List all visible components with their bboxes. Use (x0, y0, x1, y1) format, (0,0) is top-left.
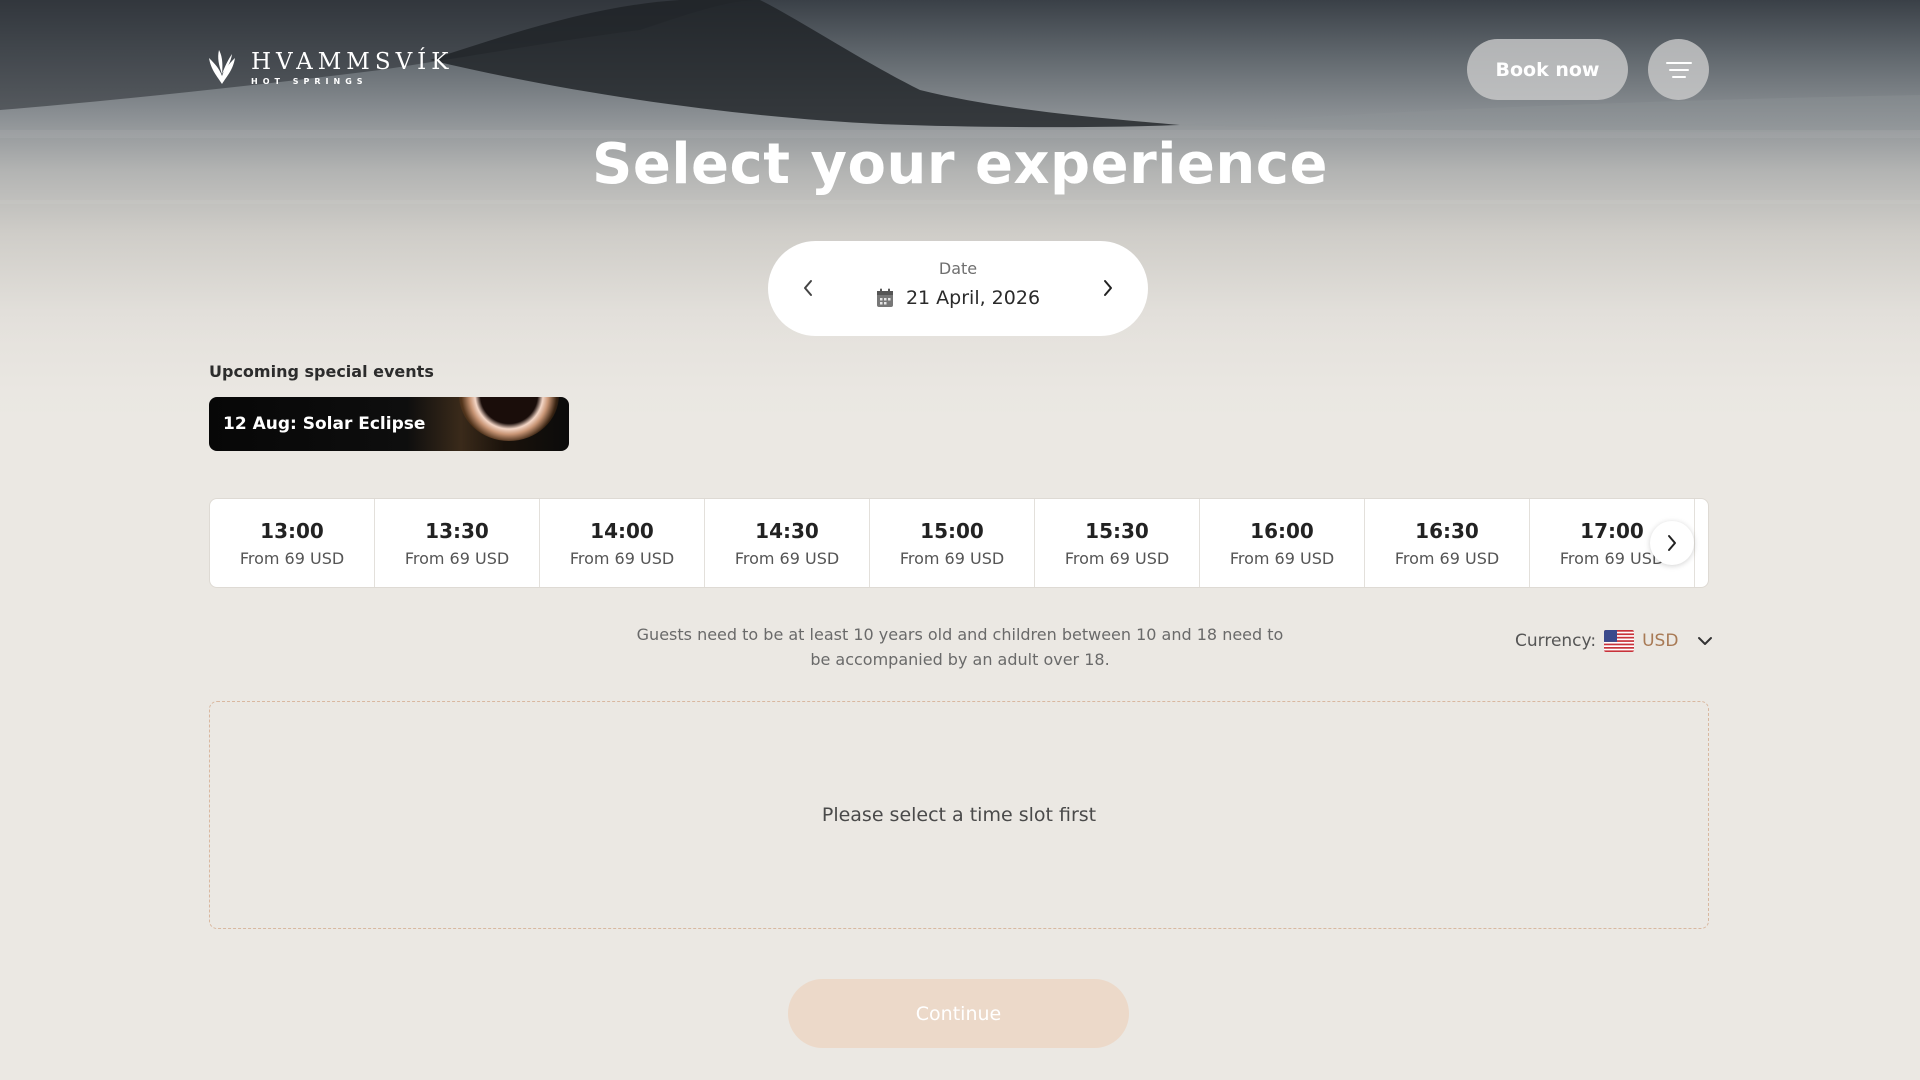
slot-price: From 69 USD (239, 548, 345, 568)
time-slot-list: 13:00 From 69 USD 13:30 From 69 USD 14:0… (209, 498, 1709, 588)
slot-price: From 69 USD (1064, 548, 1170, 568)
slot-time: 16:30 (1415, 518, 1479, 543)
time-slot[interactable]: 16:30 From 69 USD (1365, 499, 1530, 587)
eclipse-image (459, 397, 559, 441)
time-slot[interactable]: 15:30 From 69 USD (1035, 499, 1200, 587)
continue-button[interactable]: Continue (788, 979, 1129, 1048)
hamburger-menu-icon (1665, 61, 1692, 78)
slot-price: From 69 USD (734, 548, 840, 568)
date-picker[interactable]: Date 21 April, 2026 (768, 241, 1148, 336)
currency-selector[interactable]: Currency: USD (1515, 630, 1714, 652)
menu-button[interactable] (1648, 39, 1709, 100)
currency-label: Currency: (1515, 631, 1597, 651)
slot-time: 17:00 (1580, 518, 1644, 543)
date-label: Date (938, 259, 978, 278)
slot-time: 14:00 (590, 518, 654, 543)
experience-placeholder: Please select a time slot first (209, 701, 1709, 929)
slots-next-button[interactable] (1650, 521, 1694, 565)
slot-time: 15:30 (1085, 518, 1149, 543)
chevron-down-icon (1698, 637, 1713, 645)
event-label: 12 Aug: Solar Eclipse (223, 414, 426, 434)
age-notice: Guests need to be at least 10 years old … (636, 625, 1284, 669)
brand-name: HVAMMSVÍK (251, 48, 454, 75)
slot-price: From 69 USD (1229, 548, 1335, 568)
time-slot[interactable]: 14:30 From 69 USD (705, 499, 870, 587)
slot-time: 13:30 (425, 518, 489, 543)
time-slot[interactable]: 13:30 From 69 USD (375, 499, 540, 587)
slot-time: 15:00 (920, 518, 984, 543)
time-slot[interactable]: 15:00 From 69 USD (870, 499, 1035, 587)
selected-date: 21 April, 2026 (905, 287, 1041, 309)
calendar-icon (876, 288, 893, 307)
leaf-logo-icon (209, 50, 235, 84)
slot-price: From 69 USD (1559, 548, 1665, 568)
event-card-solar-eclipse[interactable]: 12 Aug: Solar Eclipse (209, 397, 569, 451)
time-slot[interactable]: 16:00 From 69 USD (1200, 499, 1365, 587)
time-slot[interactable]: 13:00 From 69 USD (210, 499, 375, 587)
slot-time: 13:00 (260, 518, 324, 543)
brand-logo[interactable]: HVAMMSVÍK HOT SPRINGS (207, 48, 453, 86)
events-heading: Upcoming special events (209, 362, 434, 381)
slot-price: From 69 USD (569, 548, 675, 568)
date-display[interactable]: 21 April, 2026 (768, 287, 1148, 309)
time-slot[interactable]: 14:00 From 69 USD (540, 499, 705, 587)
slot-price: From 69 USD (404, 548, 510, 568)
slot-time: 16:00 (1250, 518, 1314, 543)
book-now-button[interactable]: Book now (1467, 39, 1628, 100)
currency-value: USD (1642, 631, 1679, 651)
page-title: Select your experience (592, 132, 1328, 197)
chevron-right-icon (1668, 535, 1676, 551)
us-flag-icon (1604, 630, 1635, 652)
slot-price: From 69 USD (899, 548, 1005, 568)
slot-price: From 69 USD (1394, 548, 1500, 568)
next-date-button[interactable] (1093, 273, 1123, 303)
brand-subtitle: HOT SPRINGS (251, 76, 368, 86)
chevron-right-icon (1104, 280, 1112, 296)
empty-state-message: Please select a time slot first (821, 804, 1097, 826)
slot-time: 14:30 (755, 518, 819, 543)
